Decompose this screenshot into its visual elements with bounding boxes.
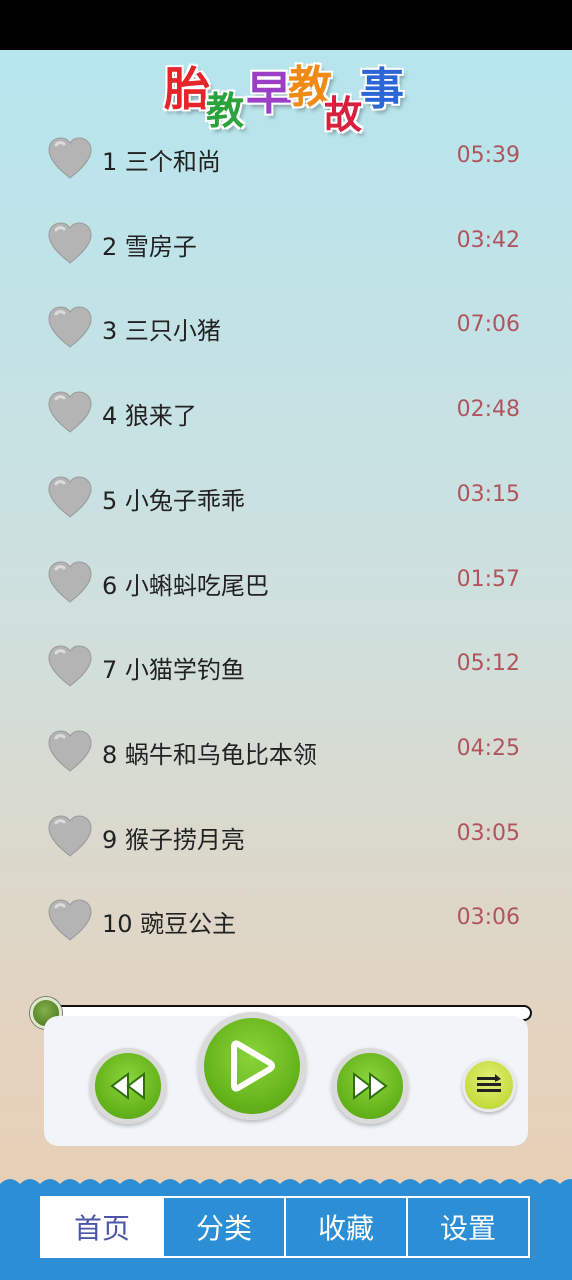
story-row[interactable]: 10 豌豆公主 03:06 xyxy=(0,894,572,978)
story-row[interactable]: 7 小猫学钓鱼 05:12 xyxy=(0,640,572,724)
story-title: 6 小蝌蚪吃尾巴 xyxy=(102,571,269,600)
story-row[interactable]: 6 小蝌蚪吃尾巴 01:57 xyxy=(0,556,572,640)
tab-favorites[interactable]: 收藏 xyxy=(284,1198,406,1256)
story-duration: 05:39 xyxy=(456,143,520,168)
story-title: 7 小猫学钓鱼 xyxy=(102,656,245,685)
next-button[interactable] xyxy=(332,1048,408,1124)
player-controls xyxy=(44,1012,528,1146)
tab-group: 首页 分类 收藏 设置 xyxy=(40,1196,530,1258)
title-char: 事 xyxy=(359,64,405,115)
story-duration: 03:06 xyxy=(456,905,520,931)
story-duration: 03:05 xyxy=(456,820,520,846)
tab-category[interactable]: 分类 xyxy=(162,1198,284,1256)
tab-settings[interactable]: 设置 xyxy=(406,1198,528,1256)
story-title: 2 雪房子 xyxy=(102,232,197,261)
playlist-button[interactable] xyxy=(462,1058,516,1112)
bottom-tab-bar: 首页 分类 收藏 设置 xyxy=(0,1186,572,1280)
story-duration: 03:15 xyxy=(456,481,520,507)
favorite-heart-icon[interactable] xyxy=(46,898,94,942)
play-button[interactable] xyxy=(198,1012,306,1120)
title-char: 胎 xyxy=(163,62,211,116)
previous-button[interactable] xyxy=(90,1048,166,1124)
favorite-heart-icon[interactable] xyxy=(46,390,94,434)
favorite-heart-icon[interactable] xyxy=(46,729,94,773)
story-title: 5 小兔子乖乖 xyxy=(102,486,245,515)
favorite-heart-icon[interactable] xyxy=(46,136,94,180)
story-duration: 04:25 xyxy=(456,735,520,761)
story-duration: 07:06 xyxy=(456,312,520,338)
favorite-heart-icon[interactable] xyxy=(46,475,94,519)
story-row[interactable]: 4 狼来了 02:48 xyxy=(0,386,572,470)
story-title: 1 三个和尚 xyxy=(102,148,221,176)
story-title: 10 豌豆公主 xyxy=(102,910,237,939)
story-row[interactable]: 8 蜗牛和乌龟比本领 04:25 xyxy=(0,725,572,809)
story-duration: 02:48 xyxy=(456,397,520,423)
favorite-heart-icon[interactable] xyxy=(46,814,94,858)
playlist-icon xyxy=(477,1074,501,1092)
tab-home[interactable]: 首页 xyxy=(42,1198,162,1256)
story-duration: 03:42 xyxy=(456,227,520,253)
story-row[interactable]: 1 三个和尚 05:39 xyxy=(0,132,572,216)
story-row[interactable]: 9 猴子捞月亮 03:05 xyxy=(0,810,572,894)
story-duration: 01:57 xyxy=(456,566,520,592)
story-title: 9 猴子捞月亮 xyxy=(102,825,245,854)
fast-forward-icon xyxy=(353,1072,388,1100)
title-char: 早 xyxy=(245,66,293,120)
app-screen: 胎 教 早 教 故 事 1 三个和尚 05:39 2 雪房子 03:42 3 三只小猪 0… xyxy=(0,50,572,1280)
story-row[interactable]: 3 三只小猪 07:06 xyxy=(0,301,572,385)
title-char: 教 xyxy=(205,89,245,133)
story-title: 8 蜗牛和乌龟比本领 xyxy=(102,740,317,769)
rewind-icon xyxy=(110,1072,145,1100)
story-title: 3 三只小猪 xyxy=(102,317,221,346)
story-duration: 05:12 xyxy=(456,651,520,677)
story-row[interactable]: 2 雪房子 03:42 xyxy=(0,217,572,301)
status-bar xyxy=(0,0,572,50)
favorite-heart-icon[interactable] xyxy=(46,560,94,604)
favorite-heart-icon[interactable] xyxy=(46,221,94,265)
play-icon xyxy=(231,1040,275,1092)
favorite-heart-icon[interactable] xyxy=(46,644,94,688)
story-row[interactable]: 5 小兔子乖乖 03:15 xyxy=(0,471,572,555)
title-char: 故 xyxy=(323,93,363,137)
story-title: 4 狼来了 xyxy=(102,402,197,431)
favorite-heart-icon[interactable] xyxy=(46,305,94,349)
